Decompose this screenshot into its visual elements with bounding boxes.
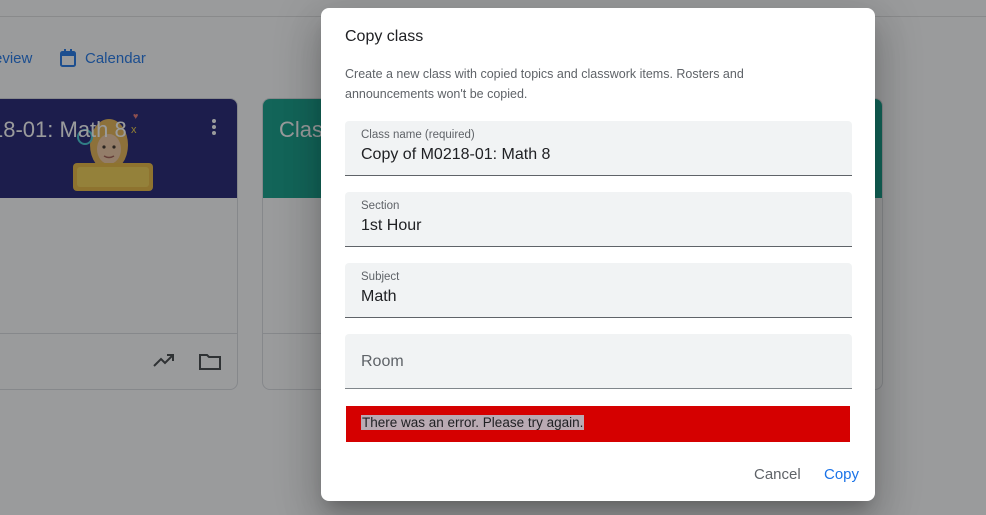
dialog-title: Copy class xyxy=(345,28,424,45)
class-name-label: Class name (required) xyxy=(361,129,475,141)
subject-field[interactable]: Subject Math xyxy=(345,263,852,318)
subject-input[interactable]: Math xyxy=(361,288,397,306)
section-field[interactable]: Section 1st Hour xyxy=(345,192,852,247)
app-screen: eview Calendar x ♥ xyxy=(0,0,986,515)
error-banner: There was an error. Please try again. xyxy=(346,406,850,442)
class-name-input[interactable]: Copy of M0218-01: Math 8 xyxy=(361,146,550,164)
copy-button[interactable]: Copy xyxy=(824,466,859,483)
cancel-button[interactable]: Cancel xyxy=(754,466,801,483)
section-input[interactable]: 1st Hour xyxy=(361,217,421,235)
class-name-field[interactable]: Class name (required) Copy of M0218-01: … xyxy=(345,121,852,176)
copy-class-dialog: Copy class Create a new class with copie… xyxy=(321,8,875,501)
error-message: There was an error. Please try again. xyxy=(361,415,585,430)
subject-label: Subject xyxy=(361,271,400,283)
room-input[interactable]: Room xyxy=(361,353,404,371)
dialog-description: Create a new class with copied topics an… xyxy=(345,67,744,101)
room-field[interactable]: Room xyxy=(345,334,852,389)
section-label: Section xyxy=(361,200,400,212)
